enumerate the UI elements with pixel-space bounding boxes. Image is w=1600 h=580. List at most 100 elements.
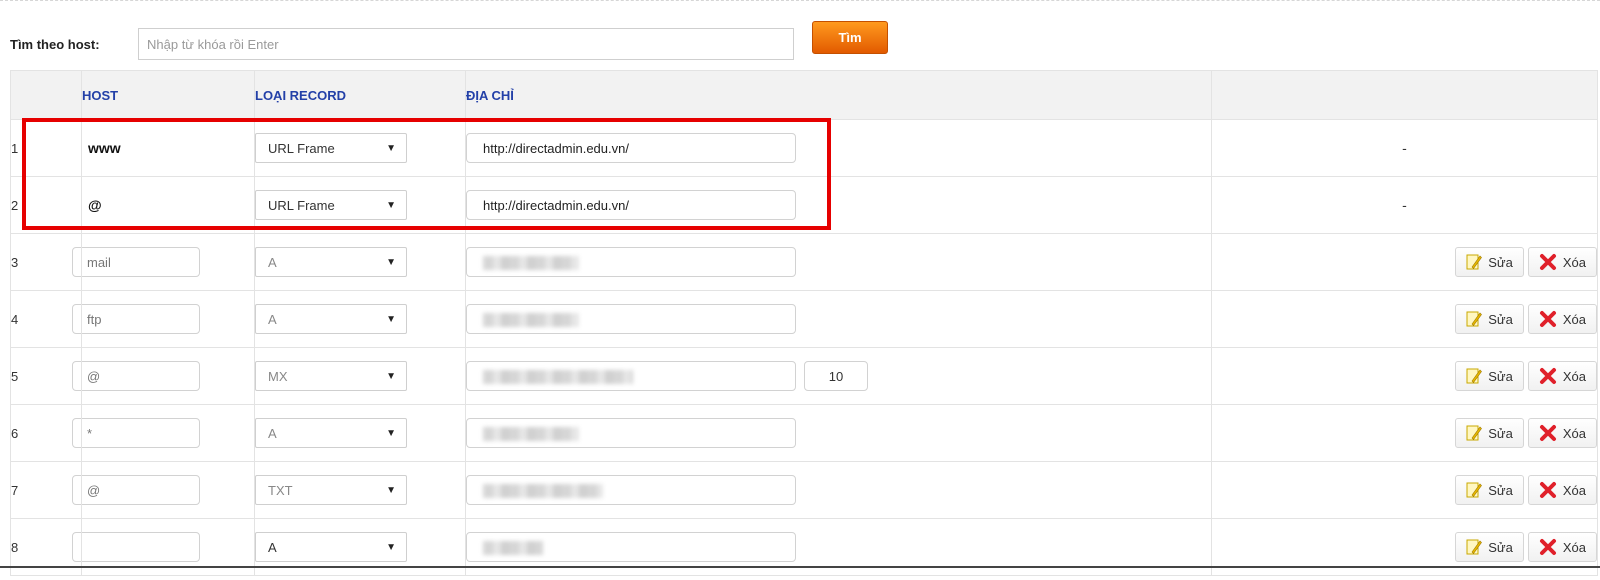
- table-row: 2 @ URL Frame ▼ http://directadmin.edu.vn…: [10, 176, 1598, 234]
- address-input[interactable]: [466, 475, 796, 505]
- edit-button[interactable]: Sửa: [1455, 418, 1524, 448]
- address-input[interactable]: http://directadmin.edu.vn/: [466, 133, 796, 163]
- header-host: HOST: [81, 70, 255, 120]
- row-actions-placeholder: -: [1211, 176, 1598, 234]
- record-type-select[interactable]: URL Frame ▼: [255, 190, 407, 220]
- table-row: 7 @ TXT ▼ Sửa Xóa: [10, 461, 1598, 519]
- mx-priority-input[interactable]: 10: [804, 361, 868, 391]
- delete-button[interactable]: Xóa: [1527, 247, 1597, 277]
- table-row: 3 mail A ▼ Sửa Xóa: [10, 233, 1598, 291]
- select-value: TXT: [268, 482, 293, 498]
- search-label: Tìm theo host:: [10, 36, 100, 52]
- edit-label: Sửa: [1488, 425, 1513, 441]
- record-type-select[interactable]: A ▼: [255, 532, 407, 562]
- address-input[interactable]: [466, 247, 796, 277]
- edit-button[interactable]: Sửa: [1455, 361, 1524, 391]
- delete-icon: [1539, 425, 1556, 441]
- search-button[interactable]: Tìm: [812, 21, 888, 54]
- table-header-row: HOST LOẠI RECORD ĐỊA CHỈ: [10, 70, 1598, 120]
- caret-down-icon: ▼: [386, 256, 396, 268]
- host-input[interactable]: *: [72, 418, 200, 448]
- caret-down-icon: ▼: [386, 370, 396, 382]
- row-number: 4: [10, 290, 82, 348]
- record-type-select[interactable]: MX ▼: [255, 361, 407, 391]
- record-type-select[interactable]: TXT ▼: [255, 475, 407, 505]
- record-type-select[interactable]: A ▼: [255, 247, 407, 277]
- host-input[interactable]: [72, 532, 200, 562]
- caret-down-icon: ▼: [386, 427, 396, 439]
- top-divider: [0, 0, 1600, 1]
- header-num: [10, 70, 82, 120]
- address-input[interactable]: [466, 361, 796, 391]
- redacted-address: [483, 256, 579, 270]
- redacted-address: [483, 484, 603, 498]
- host-value: @: [88, 197, 102, 213]
- redacted-address: [483, 427, 579, 441]
- delete-label: Xóa: [1562, 482, 1586, 498]
- header-record-type: LOẠI RECORD: [254, 70, 466, 120]
- host-input[interactable]: @: [72, 475, 200, 505]
- edit-icon: [1466, 425, 1483, 441]
- dns-records-table: HOST LOẠI RECORD ĐỊA CHỈ 1 www URL Frame…: [10, 70, 1598, 576]
- caret-down-icon: ▼: [386, 142, 396, 154]
- row-number: 3: [10, 233, 82, 291]
- caret-down-icon: ▼: [386, 313, 396, 325]
- edit-button[interactable]: Sửa: [1455, 247, 1524, 277]
- edit-label: Sửa: [1488, 539, 1513, 555]
- address-input[interactable]: [466, 532, 796, 562]
- redacted-address: [483, 370, 633, 384]
- select-value: A: [268, 311, 277, 327]
- delete-button[interactable]: Xóa: [1527, 418, 1597, 448]
- delete-icon: [1539, 368, 1556, 384]
- header-actions: [1211, 70, 1598, 120]
- record-type-select[interactable]: A ▼: [255, 304, 407, 334]
- host-input[interactable]: @: [72, 361, 200, 391]
- edit-icon: [1466, 368, 1483, 384]
- select-value: A: [268, 254, 277, 270]
- delete-label: Xóa: [1562, 539, 1586, 555]
- address-input[interactable]: http://directadmin.edu.vn/: [466, 190, 796, 220]
- delete-button[interactable]: Xóa: [1527, 532, 1597, 562]
- search-input[interactable]: [138, 28, 794, 60]
- delete-button[interactable]: Xóa: [1527, 475, 1597, 505]
- redacted-address: [483, 313, 579, 327]
- host-value: www: [88, 140, 121, 156]
- caret-down-icon: ▼: [386, 484, 396, 496]
- record-type-select[interactable]: A ▼: [255, 418, 407, 448]
- select-value: URL Frame: [268, 140, 335, 156]
- edit-button[interactable]: Sửa: [1455, 475, 1524, 505]
- delete-icon: [1539, 539, 1556, 555]
- row-number: 2: [10, 176, 82, 234]
- delete-icon: [1539, 482, 1556, 498]
- address-input[interactable]: [466, 304, 796, 334]
- row-number: 6: [10, 404, 82, 462]
- edit-icon: [1466, 254, 1483, 270]
- table-row: 5 @ MX ▼ 10 Sửa Xóa: [10, 347, 1598, 405]
- header-address: ĐỊA CHỈ: [465, 70, 1212, 120]
- row-number: 5: [10, 347, 82, 405]
- edit-button[interactable]: Sửa: [1455, 304, 1524, 334]
- delete-icon: [1539, 311, 1556, 327]
- caret-down-icon: ▼: [386, 199, 396, 211]
- edit-label: Sửa: [1488, 482, 1513, 498]
- delete-button[interactable]: Xóa: [1527, 361, 1597, 391]
- edit-label: Sửa: [1488, 254, 1513, 270]
- host-input[interactable]: ftp: [72, 304, 200, 334]
- delete-button[interactable]: Xóa: [1527, 304, 1597, 334]
- record-type-select[interactable]: URL Frame ▼: [255, 133, 407, 163]
- host-input[interactable]: mail: [72, 247, 200, 277]
- delete-label: Xóa: [1562, 311, 1586, 327]
- table-row: 4 ftp A ▼ Sửa Xóa: [10, 290, 1598, 348]
- edit-label: Sửa: [1488, 368, 1513, 384]
- select-value: A: [268, 425, 277, 441]
- select-value: A: [268, 539, 277, 555]
- delete-label: Xóa: [1562, 254, 1586, 270]
- delete-label: Xóa: [1562, 425, 1586, 441]
- search-bar: Tìm theo host:: [10, 27, 794, 61]
- edit-button[interactable]: Sửa: [1455, 532, 1524, 562]
- redacted-address: [483, 541, 543, 555]
- edit-icon: [1466, 482, 1483, 498]
- row-number: 1: [10, 119, 82, 177]
- address-input[interactable]: [466, 418, 796, 448]
- delete-icon: [1539, 254, 1556, 270]
